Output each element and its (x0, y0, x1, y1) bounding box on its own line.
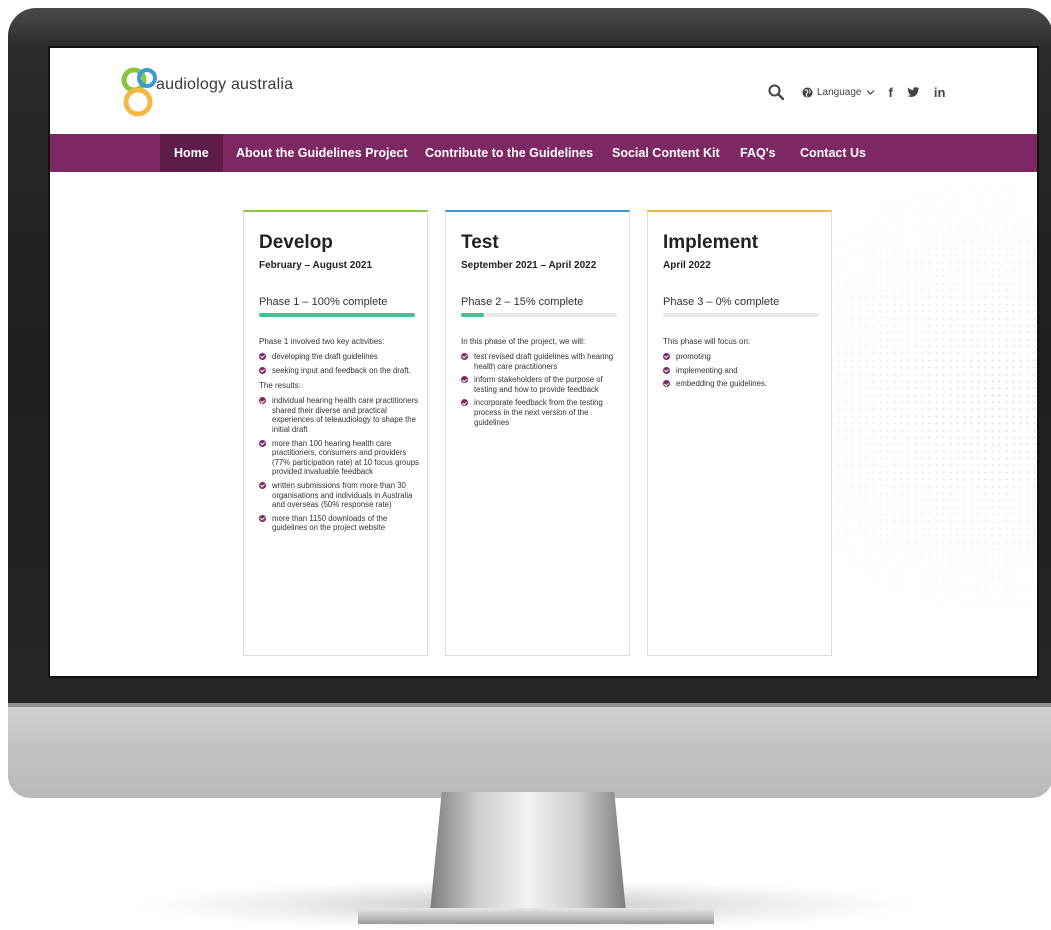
linkedin-icon[interactable]: in (934, 85, 946, 100)
monitor-frame: audiology australia Language f in Home A… (8, 8, 1051, 798)
list-item-text: promoting (676, 352, 711, 361)
list-item-text: individual hearing health care practitio… (272, 396, 419, 434)
list-item: more than 1150 downloads of the guidelin… (259, 514, 419, 533)
list-item-text: test revised draft guidelines with heari… (474, 352, 614, 371)
results-list: individual hearing health care practitio… (259, 396, 419, 533)
phase-card-develop: Develop February – August 2021 Phase 1 –… (243, 210, 428, 656)
language-selector[interactable]: Language (802, 87, 889, 98)
nav-item-faqs[interactable]: FAQ's (740, 134, 776, 172)
search-icon[interactable] (768, 84, 784, 100)
chin-edge (8, 703, 1051, 707)
nav-item-contribute[interactable]: Contribute to the Guidelines (425, 134, 593, 172)
phase-dates: April 2022 (663, 260, 711, 271)
monitor-stand-neck (430, 792, 626, 912)
list-item-text: developing the draft guidelines (272, 352, 378, 361)
list-item: seeking input and feedback on the draft. (259, 366, 419, 376)
progress-bar-fill (259, 313, 415, 317)
list-item: implementing and (663, 366, 823, 376)
check-bullet-icon (461, 399, 468, 407)
list-item: inform stakeholders of the purpose of te… (461, 375, 621, 394)
screen: audiology australia Language f in Home A… (48, 46, 1039, 678)
list-item: promoting (663, 352, 823, 362)
check-bullet-icon (663, 353, 670, 360)
check-bullet-icon (259, 439, 266, 447)
phase-card-implement: Implement April 2022 Phase 3 – 0% comple… (647, 210, 832, 656)
nav-item-contact[interactable]: Contact Us (800, 134, 866, 172)
check-bullet-icon (259, 353, 266, 360)
list-item: incorporate feedback from the testing pr… (461, 398, 621, 427)
phase-progress-label: Phase 1 – 100% complete (259, 296, 388, 308)
check-bullet-icon (663, 380, 670, 388)
check-bullet-icon (259, 366, 266, 374)
list-item-text: written submissions from more than 30 or… (272, 480, 413, 510)
check-bullet-icon (461, 376, 468, 384)
phase-progress-label: Phase 2 – 15% complete (461, 296, 584, 308)
list-item: developing the draft guidelines (259, 352, 419, 362)
list-item-text: seeking input and feedback on the draft. (272, 365, 411, 375)
activity-list: developing the draft guidelines seeking … (259, 352, 419, 375)
progress-bar (259, 313, 415, 317)
chevron-down-icon (866, 89, 874, 95)
monitor-chin (8, 703, 1051, 798)
audiology-australia-logo[interactable] (114, 64, 162, 118)
phase-intro: This phase will focus on: (663, 337, 751, 346)
phase-progress-label: Phase 3 – 0% complete (663, 296, 780, 308)
check-bullet-icon (663, 366, 670, 374)
nav-item-social-content-kit[interactable]: Social Content Kit (612, 134, 720, 172)
nav-item-about[interactable]: About the Guidelines Project (236, 134, 408, 172)
check-bullet-icon (461, 353, 468, 360)
site-header: audiology australia Language f in (50, 48, 1037, 134)
phase-intro: In this phase of the project, we will: (461, 337, 586, 346)
list-item: test revised draft guidelines with heari… (461, 352, 621, 371)
phase-card-test: Test September 2021 – April 2022 Phase 2… (445, 210, 630, 656)
check-bullet-icon (259, 481, 266, 489)
list-item: embedding the guidelines. (663, 379, 823, 389)
list-item: more than 100 hearing health care practi… (259, 439, 419, 477)
list-item-text: embedding the guidelines. (676, 379, 768, 389)
phase-dates: February – August 2021 (259, 260, 373, 271)
facebook-icon[interactable]: f (889, 85, 893, 100)
progress-bar (663, 313, 819, 317)
list-item-text: implementing and (676, 365, 738, 375)
phase-intro: Phase 1 involved two key activities: (259, 337, 385, 346)
progress-bar (461, 313, 617, 317)
list-item-text: more than 100 hearing health care practi… (272, 438, 419, 477)
monitor-stand-foot (358, 908, 714, 924)
nav-item-home[interactable]: Home (160, 134, 223, 172)
check-bullet-icon (259, 514, 266, 522)
list-item-text: more than 1150 downloads of the guidelin… (272, 513, 388, 533)
list-item-text: inform stakeholders of the purpose of te… (474, 375, 603, 394)
list-item: individual hearing health care practitio… (259, 396, 419, 434)
phase-dates: September 2021 – April 2022 (461, 260, 597, 271)
main-nav: Home About the Guidelines Project Contri… (50, 134, 1037, 172)
activity-list: promoting implementing and embedding the… (663, 352, 823, 389)
header-tools: Language f in (768, 82, 959, 102)
twitter-icon[interactable] (907, 86, 920, 98)
language-label: Language (817, 86, 862, 98)
progress-bar-fill (461, 313, 485, 317)
results-label: The results: (259, 381, 301, 391)
brand-name[interactable]: audiology australia (156, 76, 293, 94)
check-bullet-icon (259, 397, 266, 405)
phase-title: Implement (663, 232, 759, 253)
globe-icon (802, 86, 813, 98)
list-item-text: incorporate feedback from the testing pr… (474, 398, 603, 427)
list-item: written submissions from more than 30 or… (259, 481, 419, 510)
activity-list: test revised draft guidelines with heari… (461, 352, 621, 427)
phase-title: Develop (259, 232, 333, 253)
phase-title: Test (461, 232, 499, 253)
